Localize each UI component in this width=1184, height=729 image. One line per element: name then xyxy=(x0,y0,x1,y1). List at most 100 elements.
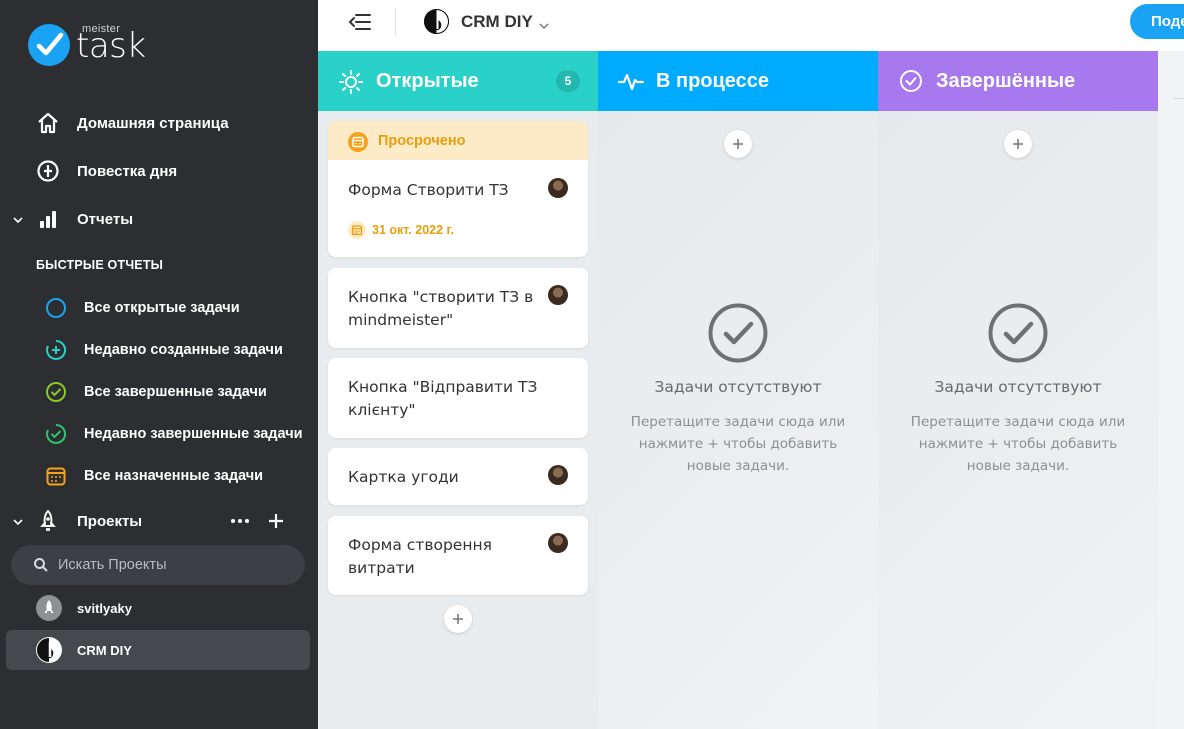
activity-icon xyxy=(617,68,645,100)
project-item-crm-diy[interactable]: CRM DIY xyxy=(6,630,310,670)
quick-report-recent-created[interactable]: Недавно созданные задачи xyxy=(0,333,318,367)
task-card[interactable]: Кнопка "створити ТЗ в mindmeister" xyxy=(328,268,588,348)
column-body: Задачи отсутствуют Перетащите задачи сюд… xyxy=(878,111,1158,729)
assignee-avatar[interactable] xyxy=(548,178,568,198)
task-card[interactable]: Форма створення витрати xyxy=(328,516,588,595)
nav-agenda[interactable]: Повестка дня xyxy=(0,153,318,189)
project-actions xyxy=(230,509,284,538)
next-column-strip xyxy=(1158,51,1184,729)
check-circle-icon xyxy=(898,68,924,100)
logo-small-text: meister xyxy=(82,23,121,35)
nav-agenda-label: Повестка дня xyxy=(77,162,178,180)
calendar-icon xyxy=(46,467,66,486)
quick-reports-title: БЫСТРЫЕ ОТЧЕТЫ xyxy=(36,258,164,272)
add-task-button[interactable] xyxy=(444,605,472,633)
column-body: Просрочено Форма Створити ТЗ 31 окт. 202… xyxy=(318,111,598,729)
logo-check-icon xyxy=(28,24,70,66)
search-placeholder: Искать Проекты xyxy=(58,557,167,573)
home-icon xyxy=(36,111,60,135)
task-card[interactable]: Просрочено Форма Створити ТЗ 31 окт. 202… xyxy=(328,121,588,257)
project-rocket-avatar-icon xyxy=(36,595,62,621)
nav-home-label: Домашняя страница xyxy=(77,114,229,132)
empty-title: Задачи отсутствуют xyxy=(654,378,822,396)
column-header[interactable]: В процессе xyxy=(598,51,878,111)
bar-chart-icon xyxy=(36,207,60,231)
overdue-header: Просрочено xyxy=(328,121,588,160)
column-open: Открытые 5 Просрочено Форма Створити ТЗ … xyxy=(318,51,598,729)
column-title: Открытые xyxy=(376,69,479,92)
empty-text: Перетащите задачи сюда или нажмите + что… xyxy=(910,414,1126,474)
add-task-button[interactable] xyxy=(724,130,752,158)
quick-report-recent-completed[interactable]: Недавно завершенные задачи xyxy=(0,417,318,451)
project-search-field[interactable]: Искать Проекты xyxy=(11,545,305,585)
more-icon[interactable] xyxy=(230,509,250,538)
assignee-avatar[interactable] xyxy=(548,465,568,485)
overdue-label: Просрочено xyxy=(378,133,466,149)
quick-report-all-completed[interactable]: Все завершенные задачи xyxy=(0,375,318,409)
task-title: Кнопка "створити ТЗ в mindmeister" xyxy=(348,288,534,329)
column-header[interactable]: Завершённые xyxy=(878,51,1158,111)
column-header[interactable]: Открытые 5 xyxy=(318,51,598,111)
project-label: CRM DIY xyxy=(77,642,132,658)
strip-divider xyxy=(1174,98,1184,99)
app-logo[interactable]: meister task xyxy=(28,20,146,70)
project-title[interactable]: CRM DIY xyxy=(461,12,533,32)
nav-home[interactable]: Домашняя страница xyxy=(0,105,318,141)
sidebar: meister task Домашняя страница Повестка … xyxy=(0,0,318,729)
quick-report-label: Все завершенные задачи xyxy=(84,384,267,400)
nav-projects-label: Проекты xyxy=(77,512,143,530)
project-crm-logo-icon xyxy=(36,637,62,663)
sun-icon xyxy=(338,68,364,100)
column-completed: Завершённые Задачи отсутствуют Перетащит… xyxy=(878,51,1158,729)
add-task-button[interactable] xyxy=(1004,130,1032,158)
task-title: Картка угоди xyxy=(348,468,459,486)
due-date-label: 31 окт. 2022 г. xyxy=(372,223,454,237)
topbar-divider xyxy=(395,8,396,36)
project-logo-icon[interactable] xyxy=(424,9,449,34)
empty-title: Задачи отсутствуют xyxy=(934,378,1102,396)
project-item-svitlyaky[interactable]: svitlyaky xyxy=(6,588,310,628)
column-title: В процессе xyxy=(656,69,770,92)
empty-check-icon xyxy=(708,303,768,363)
add-project-icon[interactable] xyxy=(268,509,284,538)
rocket-icon xyxy=(36,509,60,533)
column-in-progress: В процессе Задачи отсутствуют Перетащите… xyxy=(598,51,878,729)
share-button[interactable]: Поде xyxy=(1130,4,1184,39)
chevron-down-icon[interactable] xyxy=(539,17,549,35)
circle-check-clock-icon xyxy=(46,423,67,444)
due-date[interactable]: 31 окт. 2022 г. xyxy=(348,221,454,239)
empty-check-icon xyxy=(988,303,1048,363)
quick-report-label: Все открытые задачи xyxy=(84,300,240,316)
plus-icon xyxy=(1013,139,1023,149)
task-title: Форма Створити ТЗ xyxy=(348,181,509,199)
task-title: Кнопка "Відправити ТЗ клієнту" xyxy=(348,378,538,419)
project-label: svitlyaky xyxy=(77,600,132,616)
quick-report-label: Все назначенные задачи xyxy=(84,468,264,484)
circle-check-icon xyxy=(46,382,66,402)
quick-report-label: Недавно созданные задачи xyxy=(84,342,283,358)
column-body: Задачи отсутствуют Перетащите задачи сюд… xyxy=(598,111,878,729)
task-title: Форма створення витрати xyxy=(348,536,492,577)
topbar: CRM DIY Поде xyxy=(318,0,1184,51)
task-card[interactable]: Кнопка "Відправити ТЗ клієнту" xyxy=(328,358,588,438)
quick-report-all-assigned[interactable]: Все назначенные задачи xyxy=(0,459,318,493)
chevron-down-icon[interactable] xyxy=(12,515,24,527)
quick-report-label: Недавно завершенные задачи xyxy=(84,426,303,442)
plus-icon xyxy=(453,614,463,624)
plus-icon xyxy=(733,139,743,149)
column-title: Завершённые xyxy=(936,69,1076,92)
nav-reports-label: Отчеты xyxy=(77,210,134,228)
agenda-icon xyxy=(36,159,60,183)
due-calendar-icon xyxy=(348,221,366,239)
circle-plus-icon xyxy=(46,339,67,360)
task-count-badge: 5 xyxy=(556,70,580,92)
chevron-down-icon[interactable] xyxy=(12,213,24,225)
assignee-avatar[interactable] xyxy=(548,285,568,305)
assignee-avatar[interactable] xyxy=(548,533,568,553)
overdue-calendar-icon xyxy=(348,132,368,157)
quick-report-all-open[interactable]: Все открытые задачи xyxy=(0,291,318,325)
collapse-menu-icon[interactable] xyxy=(348,12,372,37)
nav-reports[interactable]: Отчеты xyxy=(0,201,318,237)
task-card[interactable]: Картка угоди xyxy=(328,448,588,505)
empty-text: Перетащите задачи сюда или нажмите + что… xyxy=(630,414,846,474)
